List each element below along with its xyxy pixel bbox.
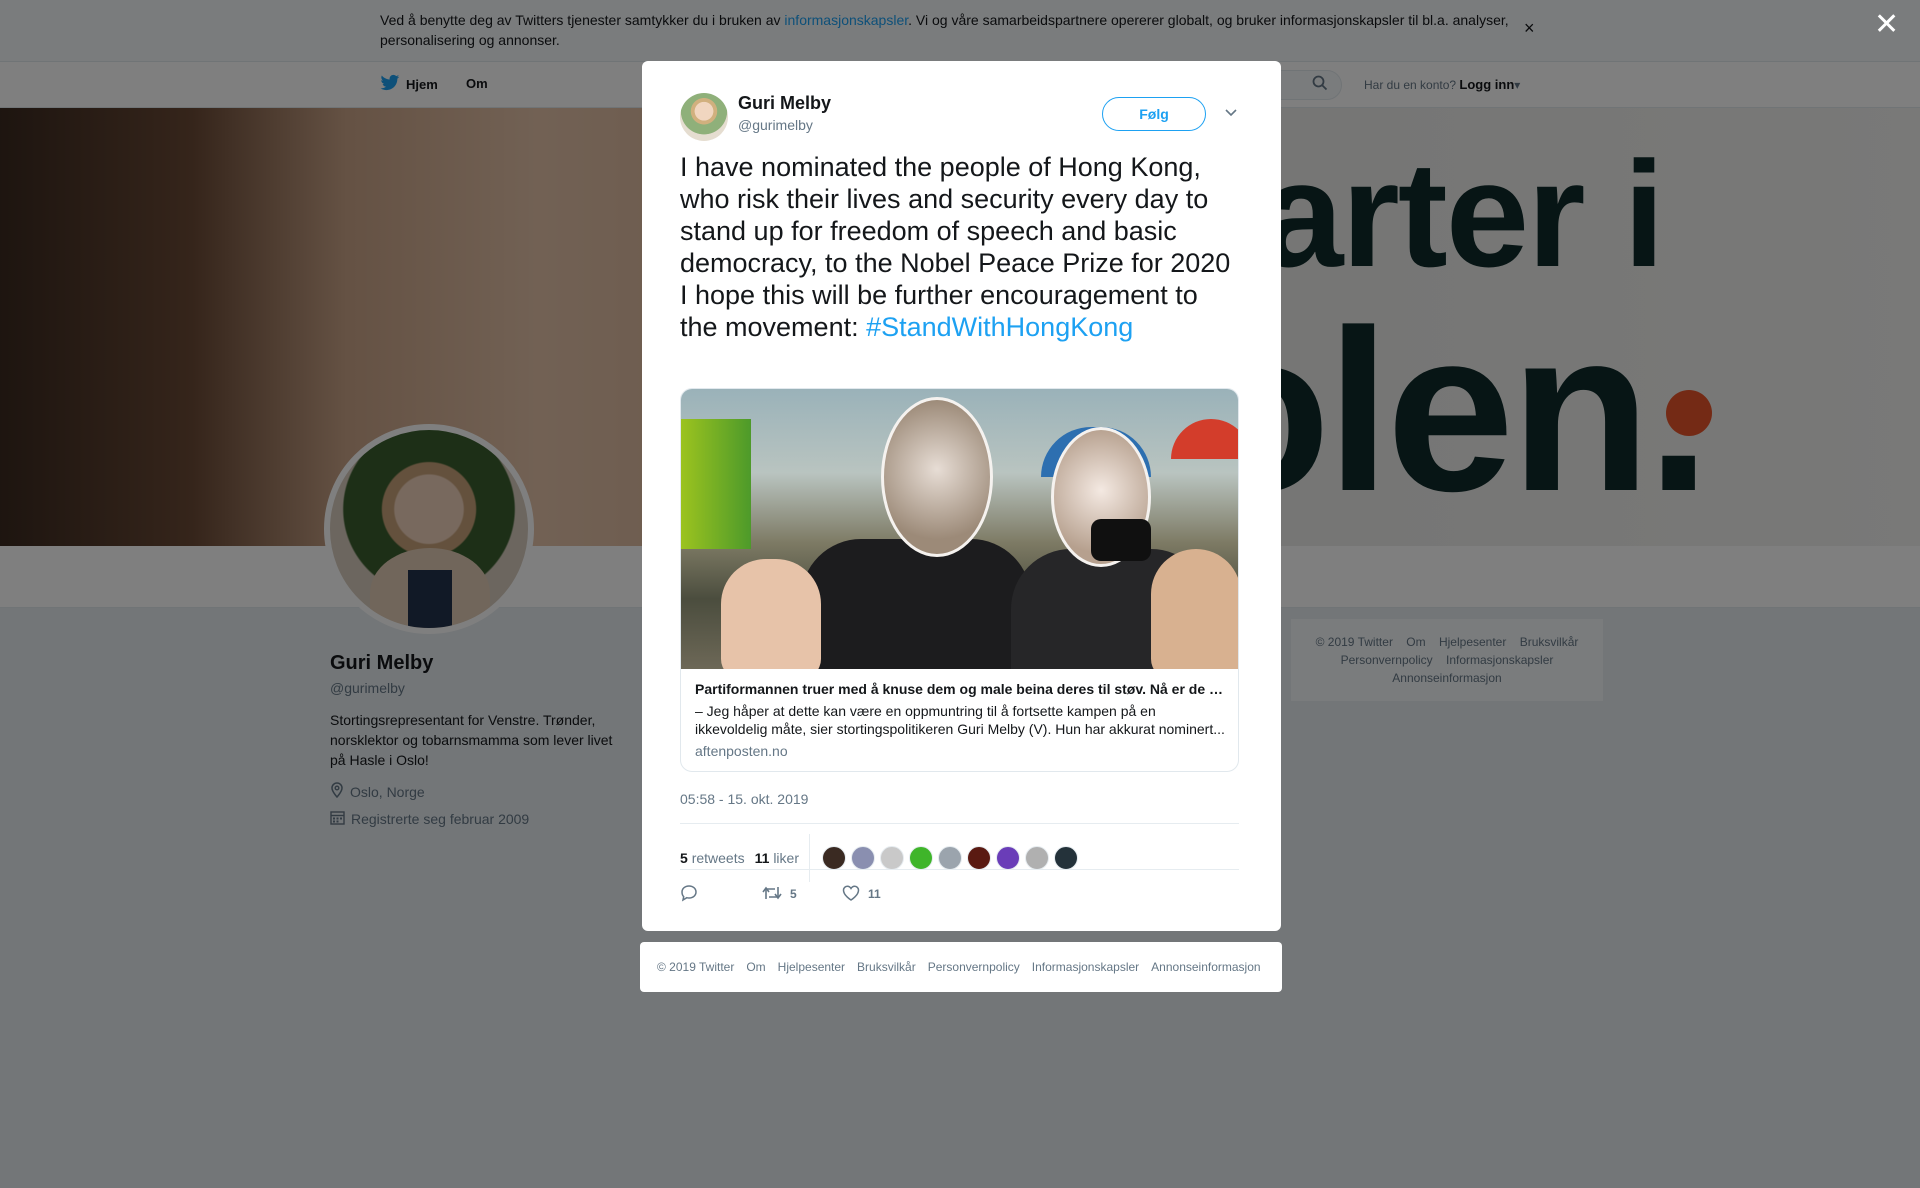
- card-domain: aftenposten.no: [695, 743, 788, 759]
- liker-avatar[interactable]: [850, 846, 875, 870]
- like-button[interactable]: 11: [842, 885, 881, 904]
- chevron-down-icon[interactable]: [1224, 105, 1238, 123]
- footer-link-cookies[interactable]: Informasjonskapsler: [1032, 960, 1139, 974]
- footer-copyright: © 2019 Twitter: [657, 960, 735, 974]
- card-image-umbrella: [1171, 419, 1238, 459]
- reply-button[interactable]: [680, 884, 762, 905]
- liker-avatar[interactable]: [1053, 846, 1078, 870]
- tweet-author-avatar[interactable]: [680, 93, 728, 141]
- tweet-hashtag[interactable]: #StandWithHongKong: [866, 312, 1133, 342]
- link-card[interactable]: Partiformannen truer med å knuse dem og …: [680, 388, 1239, 772]
- card-image-person: [801, 539, 1031, 669]
- card-image-mask: [881, 397, 993, 557]
- liker-avatar[interactable]: [821, 846, 846, 870]
- card-image-hand: [1151, 549, 1238, 669]
- tweet-author-name[interactable]: Guri Melby: [738, 93, 831, 114]
- like-count: 11: [868, 887, 881, 901]
- tweet-text: I have nominated the people of Hong Kong…: [680, 151, 1240, 343]
- retweet-button[interactable]: 5: [762, 885, 842, 904]
- liker-avatar[interactable]: [1024, 846, 1049, 870]
- divider: [680, 869, 1239, 870]
- card-image-bus: [681, 419, 751, 549]
- liker-avatar[interactable]: [937, 846, 962, 870]
- liker-avatar[interactable]: [908, 846, 933, 870]
- card-image-facemask: [1091, 519, 1151, 561]
- divider: [808, 834, 810, 882]
- tweet-modal: Guri Melby @gurimelby Følg I have nomina…: [642, 61, 1281, 931]
- tweet-actions: 5 11: [680, 879, 881, 909]
- footer-link-about[interactable]: Om: [746, 960, 765, 974]
- card-description: – Jeg håper at dette kan være en oppmunt…: [695, 703, 1225, 737]
- tweet-author-handle[interactable]: @gurimelby: [738, 117, 813, 133]
- footer-link-ads-info[interactable]: Annonseinformasjon: [1151, 960, 1260, 974]
- footer-link-help[interactable]: Hjelpesenter: [778, 960, 845, 974]
- footer-link-privacy[interactable]: Personvernpolicy: [928, 960, 1020, 974]
- card-image-hand: [721, 559, 821, 669]
- retweet-count: 5: [790, 887, 797, 901]
- liker-avatar[interactable]: [995, 846, 1020, 870]
- reply-icon: [680, 884, 698, 905]
- tweet-timestamp[interactable]: 05:58 - 15. okt. 2019: [680, 791, 808, 807]
- retweet-icon: [762, 885, 782, 904]
- modal-footer: © 2019 Twitter Om Hjelpesenter Bruksvilk…: [640, 942, 1282, 992]
- tweet-stats: 5 retweets 11 liker: [680, 834, 1083, 882]
- card-image: [681, 389, 1238, 669]
- likes-stat[interactable]: 11 liker: [755, 850, 799, 866]
- divider: [680, 823, 1239, 824]
- card-title: Partiformannen truer med å knuse dem og …: [695, 681, 1227, 697]
- footer-link-terms[interactable]: Bruksvilkår: [857, 960, 916, 974]
- likers-avatars: [821, 846, 1083, 870]
- liker-avatar[interactable]: [966, 846, 991, 870]
- heart-icon: [842, 885, 860, 904]
- liker-avatar[interactable]: [879, 846, 904, 870]
- close-overlay-button[interactable]: ✕: [1874, 10, 1899, 40]
- follow-button[interactable]: Følg: [1102, 97, 1206, 131]
- retweets-stat[interactable]: 5 retweets: [680, 850, 745, 866]
